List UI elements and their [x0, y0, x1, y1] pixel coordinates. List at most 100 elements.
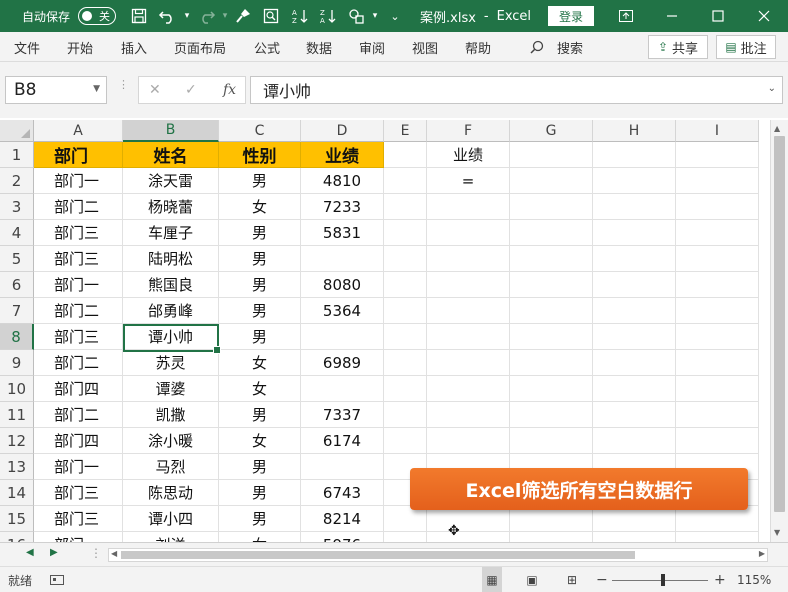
cell-i8[interactable] — [676, 324, 759, 350]
cell-c12[interactable]: 女 — [219, 428, 301, 454]
cell-i2[interactable] — [676, 168, 759, 194]
cell-d1[interactable]: 业绩 — [301, 142, 384, 168]
column-header-f[interactable]: F — [427, 120, 510, 142]
tab-insert[interactable]: 插入 — [121, 32, 147, 62]
cell-a1[interactable]: 部门 — [34, 142, 123, 168]
tab-split-handle-icon[interactable]: ⋮ — [90, 546, 102, 560]
cell-i11[interactable] — [676, 402, 759, 428]
cell-h7[interactable] — [593, 298, 676, 324]
cell-e6[interactable] — [384, 272, 427, 298]
cell-b7[interactable]: 邰勇峰 — [123, 298, 219, 324]
tab-formulas[interactable]: 公式 — [254, 32, 280, 62]
cell-g5[interactable] — [510, 246, 593, 272]
cell-b13[interactable]: 马烈 — [123, 454, 219, 480]
cell-c11[interactable]: 男 — [219, 402, 301, 428]
cell-e11[interactable] — [384, 402, 427, 428]
cell-h10[interactable] — [593, 376, 676, 402]
cell-e10[interactable] — [384, 376, 427, 402]
cell-f1[interactable]: 业绩 — [427, 142, 510, 168]
cell-e16[interactable] — [384, 532, 427, 542]
cell-h3[interactable] — [593, 194, 676, 220]
tab-help[interactable]: 帮助 — [465, 32, 491, 62]
save-icon[interactable] — [128, 0, 150, 32]
formula-input[interactable]: 谭小帅 ⌄ — [250, 76, 783, 104]
row-header-11[interactable]: 11 — [0, 402, 34, 428]
cell-b14[interactable]: 陈思动 — [123, 480, 219, 506]
undo-dropdown-icon[interactable]: ▾ — [176, 0, 198, 32]
cell-h9[interactable] — [593, 350, 676, 376]
cell-b11[interactable]: 凯撒 — [123, 402, 219, 428]
cell-i1[interactable] — [676, 142, 759, 168]
horizontal-scrollbar[interactable]: ◀ ▶ — [108, 548, 768, 562]
cell-f12[interactable] — [427, 428, 510, 454]
cell-c8[interactable]: 男 — [219, 324, 301, 350]
cell-f7[interactable] — [427, 298, 510, 324]
cell-f5[interactable] — [427, 246, 510, 272]
cell-c2[interactable]: 男 — [219, 168, 301, 194]
cell-f11[interactable] — [427, 402, 510, 428]
cell-i3[interactable] — [676, 194, 759, 220]
cell-h12[interactable] — [593, 428, 676, 454]
column-header-b[interactable]: B — [123, 120, 219, 142]
autosave-toggle[interactable]: 关 — [78, 7, 116, 25]
row-header-12[interactable]: 12 — [0, 428, 34, 454]
zoom-in-button[interactable]: + — [714, 567, 726, 592]
search-icon[interactable] — [530, 32, 544, 62]
cell-i6[interactable] — [676, 272, 759, 298]
cell-g9[interactable] — [510, 350, 593, 376]
cell-i10[interactable] — [676, 376, 759, 402]
cell-e2[interactable] — [384, 168, 427, 194]
cell-d2[interactable]: 4810 — [301, 168, 384, 194]
row-header-15[interactable]: 15 — [0, 506, 34, 532]
cell-g12[interactable] — [510, 428, 593, 454]
cell-c16[interactable]: 女 — [219, 532, 301, 542]
cell-d14[interactable]: 6743 — [301, 480, 384, 506]
cell-d15[interactable]: 8214 — [301, 506, 384, 532]
cell-e8[interactable] — [384, 324, 427, 350]
sort-icon[interactable]: AZ — [290, 0, 312, 32]
row-header-3[interactable]: 3 — [0, 194, 34, 220]
column-header-h[interactable]: H — [593, 120, 676, 142]
cell-b8[interactable]: 谭小帅 — [123, 324, 219, 350]
format-painter-icon[interactable] — [232, 0, 254, 32]
cell-f2[interactable]: = — [427, 168, 510, 194]
sort-descending-icon[interactable]: ZA — [318, 0, 340, 32]
customize-dropdown-icon[interactable]: ⌄ — [384, 0, 406, 32]
scroll-right-icon[interactable]: ▶ — [759, 549, 765, 558]
row-header-1[interactable]: 1 — [0, 142, 34, 168]
cell-e1[interactable] — [384, 142, 427, 168]
cell-b5[interactable]: 陆明松 — [123, 246, 219, 272]
undo-icon[interactable] — [156, 0, 178, 32]
column-header-e[interactable]: E — [384, 120, 427, 142]
tab-data[interactable]: 数据 — [306, 32, 332, 62]
cell-b6[interactable]: 熊国良 — [123, 272, 219, 298]
cell-h4[interactable] — [593, 220, 676, 246]
row-header-9[interactable]: 9 — [0, 350, 34, 376]
zoom-slider-thumb[interactable] — [661, 574, 665, 586]
cell-d12[interactable]: 6174 — [301, 428, 384, 454]
cell-h5[interactable] — [593, 246, 676, 272]
cell-f16[interactable] — [427, 532, 510, 542]
cell-d9[interactable]: 6989 — [301, 350, 384, 376]
page-layout-view-icon[interactable]: ▣ — [522, 567, 542, 592]
cell-a14[interactable]: 部门三 — [34, 480, 123, 506]
cell-b16[interactable]: 刘洋 — [123, 532, 219, 542]
zoom-level[interactable]: 115% — [737, 567, 771, 592]
cell-e3[interactable] — [384, 194, 427, 220]
resize-handle-icon[interactable]: ⋮ — [118, 79, 129, 98]
cell-g3[interactable] — [510, 194, 593, 220]
page-break-view-icon[interactable]: ⊞ — [562, 567, 582, 592]
select-all-button[interactable] — [0, 120, 34, 142]
enter-icon[interactable]: ✓ — [185, 82, 197, 98]
cell-d7[interactable]: 5364 — [301, 298, 384, 324]
cell-a11[interactable]: 部门二 — [34, 402, 123, 428]
cell-h2[interactable] — [593, 168, 676, 194]
close-icon[interactable] — [746, 0, 782, 32]
row-header-14[interactable]: 14 — [0, 480, 34, 506]
tab-page-layout[interactable]: 页面布局 — [174, 32, 226, 62]
cell-g10[interactable] — [510, 376, 593, 402]
cell-a5[interactable]: 部门三 — [34, 246, 123, 272]
cell-h11[interactable] — [593, 402, 676, 428]
cell-g6[interactable] — [510, 272, 593, 298]
zoom-slider[interactable] — [612, 580, 708, 581]
